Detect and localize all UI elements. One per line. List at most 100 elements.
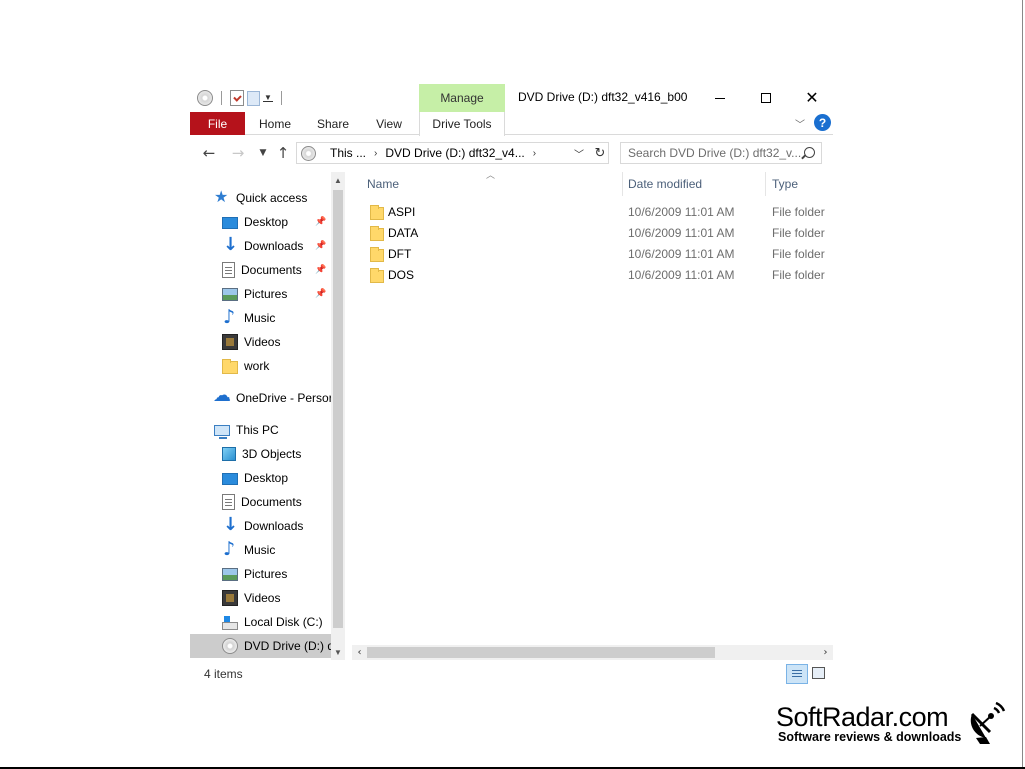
sort-ascending-icon: ︿ [486, 172, 496, 180]
breadcrumb-chevron-icon[interactable]: › [533, 148, 536, 159]
document-icon [222, 262, 235, 278]
scroll-down-arrow-icon[interactable]: ▼ [331, 645, 345, 659]
nav-item-label: Documents [241, 263, 302, 277]
nav-work[interactable]: work [222, 354, 269, 378]
nav-onedrive[interactable]: OneDrive - Persor [213, 385, 331, 410]
file-row-dos[interactable]: DOS 10/6/2009 11:01 AM File folder [352, 264, 833, 285]
help-icon[interactable]: ? [814, 114, 831, 131]
navigation-pane-scrollbar[interactable]: ▲ ▼ [331, 172, 345, 660]
nav-item-label: Local Disk (C:) [244, 615, 323, 629]
window-title: DVD Drive (D:) dft32_v416_b00 [518, 90, 688, 104]
nav-item-label: Quick access [236, 191, 308, 205]
properties-icon[interactable] [230, 90, 244, 106]
file-row-data[interactable]: DATA 10/6/2009 11:01 AM File folder [352, 222, 833, 243]
file-row-dft[interactable]: DFT 10/6/2009 11:01 AM File folder [352, 243, 833, 264]
file-row-aspi[interactable]: ASPI 10/6/2009 11:01 AM File folder [352, 201, 833, 222]
scroll-left-arrow-icon[interactable]: ‹ [352, 645, 367, 660]
nav-item-label: OneDrive - Persor [236, 391, 331, 405]
maximize-button[interactable] [743, 84, 789, 112]
large-icons-view-icon[interactable] [812, 667, 825, 679]
file-type: File folder [772, 205, 825, 219]
pin-icon: 📌 [315, 217, 327, 227]
column-header-name[interactable]: Name [367, 172, 399, 196]
tab-file[interactable]: File [190, 112, 245, 135]
tab-drive-tools[interactable]: Drive Tools [419, 112, 505, 136]
scrollbar-thumb[interactable] [367, 647, 715, 658]
navigation-pane: Quick access Desktop 📌 Downloads 📌 Docum… [190, 172, 331, 660]
nav-desktop-pinned[interactable]: Desktop [222, 210, 288, 234]
status-bar: 4 items [190, 662, 833, 686]
nav-documents[interactable]: Documents [222, 490, 302, 514]
tab-home[interactable]: Home [248, 112, 302, 135]
nav-item-label: This PC [236, 423, 279, 437]
file-name: DFT [388, 247, 412, 261]
file-name: DATA [388, 226, 419, 240]
nav-pictures-pinned[interactable]: Pictures [222, 282, 287, 306]
expand-ribbon-chevron-icon[interactable]: ﹀ [793, 116, 807, 131]
search-input[interactable] [628, 146, 804, 160]
nav-item-label: Desktop [244, 471, 289, 485]
column-divider[interactable] [622, 172, 623, 196]
ribbon-tab-bar: File Home Share View Drive Tools ﹀ ? [190, 112, 833, 136]
manage-contextual-tab[interactable]: Manage [419, 84, 505, 112]
tab-share[interactable]: Share [306, 112, 360, 135]
customize-toolbar-chevron-icon[interactable]: ▼ [263, 93, 273, 102]
desktop-icon [222, 217, 238, 229]
nav-downloads-pinned[interactable]: Downloads [222, 234, 303, 258]
details-view-icon[interactable] [786, 664, 808, 684]
nav-dvd-drive[interactable]: DVD Drive (D:) df [190, 634, 331, 658]
file-explorer-window: ▼ Manage DVD Drive (D:) dft32_v416_b00 ✕… [190, 84, 833, 687]
nav-music[interactable]: Music [222, 538, 275, 562]
breadcrumb-chevron-icon[interactable]: › [374, 148, 377, 159]
cube-icon [222, 447, 236, 461]
address-history-chevron-icon[interactable]: ﹀ [570, 143, 588, 163]
nav-item-label: Videos [244, 335, 281, 349]
nav-downloads[interactable]: Downloads [222, 514, 303, 538]
file-name: ASPI [388, 205, 416, 219]
back-button[interactable]: ← [198, 142, 220, 164]
nav-quick-access[interactable]: Quick access [214, 186, 307, 210]
close-button[interactable]: ✕ [789, 84, 835, 112]
tab-view[interactable]: View [364, 112, 414, 135]
up-button[interactable]: ↑ [272, 142, 294, 164]
dvd-icon [222, 638, 238, 654]
download-icon [222, 514, 238, 535]
toolbar-separator [281, 91, 282, 105]
new-folder-icon[interactable] [247, 90, 260, 106]
quick-access-toolbar: ▼ [197, 88, 287, 108]
pin-icon: 📌 [315, 241, 327, 251]
nav-this-pc[interactable]: This PC [214, 418, 279, 442]
file-list-horizontal-scrollbar[interactable]: ‹ › [352, 645, 833, 660]
nav-pictures[interactable]: Pictures [222, 562, 287, 586]
nav-3d-objects[interactable]: 3D Objects [222, 442, 301, 466]
search-icon[interactable] [804, 147, 815, 158]
nav-local-disk[interactable]: Local Disk (C:) [222, 610, 323, 634]
hard-disk-icon [222, 615, 238, 630]
softradar-watermark: SoftRadar.com Software reviews & downloa… [776, 702, 1016, 744]
file-type: File folder [772, 247, 825, 261]
forward-button[interactable]: → [227, 142, 249, 164]
search-box[interactable] [620, 142, 822, 164]
column-header-date-modified[interactable]: Date modified [628, 172, 702, 196]
scrollbar-thumb[interactable] [333, 190, 343, 628]
breadcrumb-this-pc[interactable]: This ... [330, 146, 366, 160]
nav-videos[interactable]: Videos [222, 586, 280, 610]
download-icon [222, 234, 238, 255]
column-header-type[interactable]: Type [772, 172, 798, 196]
nav-videos-quick[interactable]: Videos [222, 330, 280, 354]
nav-music-quick[interactable]: Music [222, 306, 275, 330]
nav-documents-pinned[interactable]: Documents [222, 258, 302, 282]
scroll-up-arrow-icon[interactable]: ▲ [331, 173, 345, 187]
nav-desktop[interactable]: Desktop [222, 466, 288, 490]
dvd-drive-icon [301, 145, 316, 161]
recent-locations-chevron-icon[interactable]: ▼ [252, 142, 274, 164]
address-bar[interactable]: This ... › DVD Drive (D:) dft32_v4... › … [296, 142, 609, 164]
file-date: 10/6/2009 11:01 AM [628, 247, 735, 261]
nav-item-label: DVD Drive (D:) df [244, 639, 331, 653]
refresh-button[interactable]: ↻ [591, 142, 609, 164]
scroll-right-arrow-icon[interactable]: › [818, 645, 833, 660]
minimize-button[interactable] [697, 84, 743, 112]
nav-item-label: Music [244, 543, 276, 557]
breadcrumb-dvd-drive[interactable]: DVD Drive (D:) dft32_v4... [385, 146, 524, 160]
column-divider[interactable] [765, 172, 766, 196]
